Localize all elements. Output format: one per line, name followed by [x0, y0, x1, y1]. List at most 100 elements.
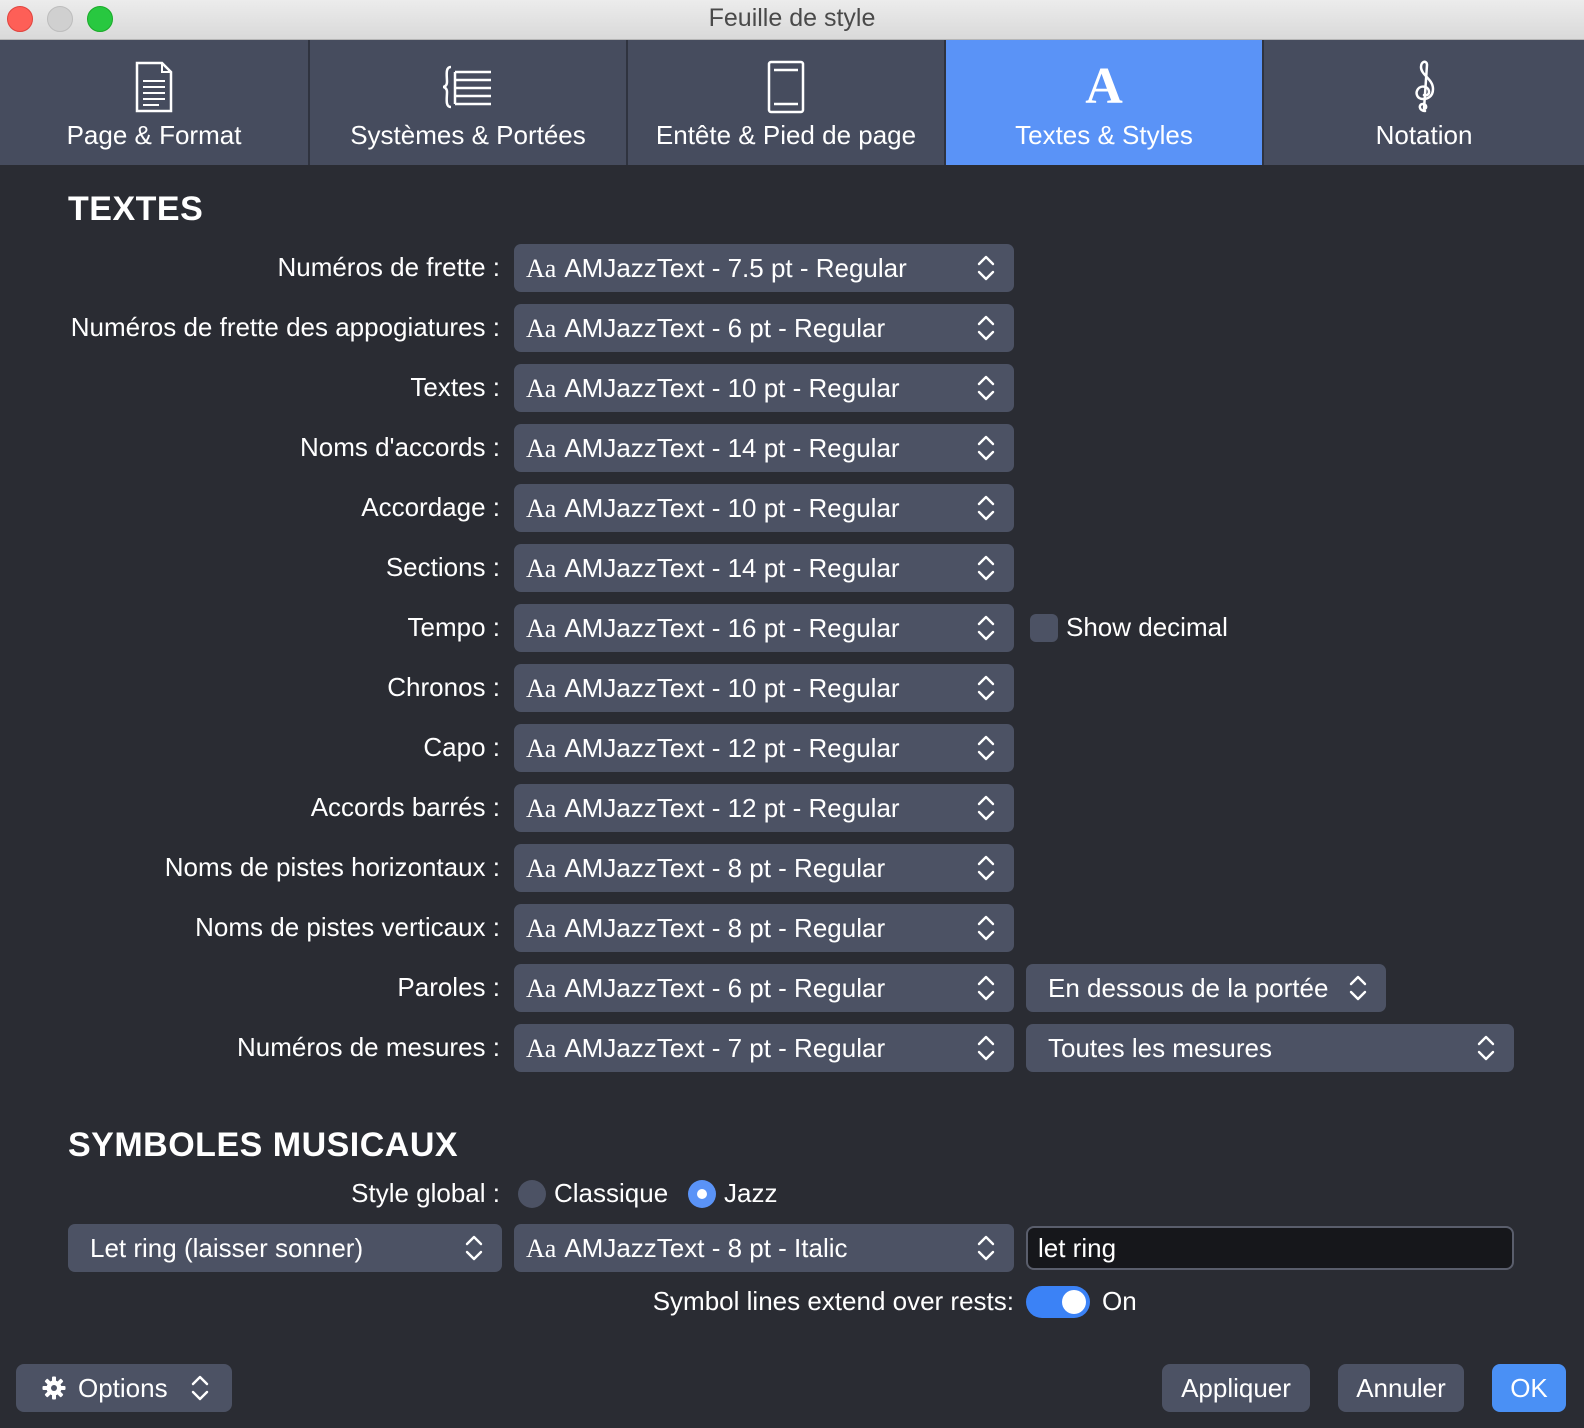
cancel-button[interactable]: Annuler	[1338, 1364, 1464, 1412]
global-style-label: Style global :	[351, 1178, 500, 1208]
font-select[interactable]: Aa AMJazzText - 10 pt - Regular	[514, 484, 1014, 532]
chevron-updown-icon	[977, 615, 995, 641]
font-select[interactable]: Aa AMJazzText - 10 pt - Regular	[514, 664, 1014, 712]
font-select[interactable]: Aa AMJazzText - 6 pt - Regular	[514, 964, 1014, 1012]
title-bar: Feuille de style	[0, 0, 1584, 40]
font-preview-icon: Aa	[526, 974, 557, 1003]
font-preview-icon: Aa	[526, 554, 557, 583]
font-select[interactable]: Aa AMJazzText - 14 pt - Regular	[514, 544, 1014, 592]
tab-header-footer-label: Entête & Pied de page	[655, 120, 917, 150]
font-select-value: AMJazzText - 10 pt - Regular	[564, 373, 900, 403]
font-preview-icon: Aa	[526, 854, 557, 883]
chevron-updown-icon	[977, 975, 995, 1001]
font-select-value: AMJazzText - 7 pt - Regular	[564, 1033, 886, 1063]
measure-numbers-value: Toutes les mesures	[1048, 1033, 1272, 1063]
chevron-updown-icon	[1477, 1035, 1495, 1061]
style-classic-label: Classique	[554, 1178, 669, 1208]
extend-over-rests-toggle[interactable]	[1026, 1286, 1090, 1318]
tab-notation-label: Notation	[1375, 120, 1473, 150]
tab-texts-styles[interactable]: A Textes & Styles	[946, 40, 1264, 165]
chevron-updown-icon	[977, 435, 995, 461]
font-select[interactable]: Aa AMJazzText - 7 pt - Regular	[514, 1024, 1014, 1072]
section-title-symbols: SYMBOLES MUSICAUX	[68, 1126, 459, 1164]
chevron-updown-icon	[977, 315, 995, 341]
row-label: Noms de pistes horizontaux :	[164, 852, 500, 882]
extend-over-rests-state: On	[1102, 1286, 1137, 1316]
font-preview-icon: Aa	[526, 794, 557, 823]
tab-systems-staves[interactable]: Systèmes & Portées	[310, 40, 628, 165]
font-select-text: Aa AMJazzText - 12 pt - Regular	[526, 733, 900, 764]
font-select[interactable]: Aa AMJazzText - 12 pt - Regular	[514, 784, 1014, 832]
style-jazz-radio[interactable]	[688, 1180, 716, 1208]
font-select[interactable]: Aa AMJazzText - 14 pt - Regular	[514, 424, 1014, 472]
font-select[interactable]: Aa AMJazzText - 7.5 pt - Regular	[514, 244, 1014, 292]
font-select[interactable]: Aa AMJazzText - 12 pt - Regular	[514, 724, 1014, 772]
tab-page-format[interactable]: Page & Format	[0, 40, 310, 165]
tab-page-format-label: Page & Format	[66, 120, 242, 150]
font-select-value: AMJazzText - 12 pt - Regular	[564, 793, 900, 823]
font-select[interactable]: Aa AMJazzText - 8 pt - Regular	[514, 844, 1014, 892]
apply-button[interactable]: Appliquer	[1162, 1364, 1310, 1412]
staff-systems-icon	[310, 60, 626, 114]
lyrics-position-select[interactable]: En dessous de la portée	[1026, 964, 1386, 1012]
show-decimal-checkbox[interactable]	[1030, 614, 1058, 642]
font-select-text: Aa AMJazzText - 7 pt - Regular	[526, 1033, 885, 1064]
font-select[interactable]: Aa AMJazzText - 8 pt - Regular	[514, 904, 1014, 952]
font-preview-icon: Aa	[526, 614, 557, 643]
chevron-updown-icon	[191, 1375, 209, 1401]
font-select-text: Aa AMJazzText - 12 pt - Regular	[526, 793, 900, 824]
symbol-font-text: Aa AMJazzText - 8 pt - Italic	[526, 1233, 848, 1264]
ok-button[interactable]: OK	[1492, 1364, 1566, 1412]
font-preview-icon: Aa	[526, 914, 557, 943]
symbol-text-input[interactable]	[1028, 1228, 1512, 1268]
font-select-text: Aa AMJazzText - 10 pt - Regular	[526, 373, 900, 404]
symbol-select-value: Let ring (laisser sonner)	[90, 1233, 364, 1263]
tab-notation[interactable]: Notation	[1264, 40, 1584, 165]
symbol-select[interactable]: Let ring (laisser sonner)	[68, 1224, 502, 1272]
font-select-text: Aa AMJazzText - 14 pt - Regular	[526, 433, 900, 464]
font-select-text: Aa AMJazzText - 7.5 pt - Regular	[526, 253, 907, 284]
tab-bar: Page & Format Systèmes & Portées Entête …	[0, 40, 1584, 165]
tab-header-footer[interactable]: Entête & Pied de page	[628, 40, 946, 165]
row-label: Numéros de frette :	[277, 252, 500, 282]
symbol-font-value: AMJazzText - 8 pt - Italic	[564, 1233, 848, 1263]
font-select-value: AMJazzText - 10 pt - Regular	[564, 673, 900, 703]
options-button[interactable]: Options	[16, 1364, 232, 1412]
chevron-updown-icon	[977, 675, 995, 701]
style-jazz-label: Jazz	[724, 1178, 778, 1208]
font-select-value: AMJazzText - 14 pt - Regular	[564, 433, 900, 463]
options-label: Options	[78, 1373, 168, 1403]
chevron-updown-icon	[1349, 975, 1367, 1001]
section-title-texts: TEXTES	[68, 190, 204, 228]
chevron-updown-icon	[977, 555, 995, 581]
row-label: Sections :	[385, 552, 500, 582]
font-select-text: Aa AMJazzText - 6 pt - Regular	[526, 973, 885, 1004]
font-preview-icon: Aa	[526, 1034, 557, 1063]
page-icon	[0, 60, 308, 114]
font-select-value: AMJazzText - 7.5 pt - Regular	[564, 253, 907, 283]
row-label: Capo :	[423, 732, 500, 762]
font-select-text: Aa AMJazzText - 10 pt - Regular	[526, 673, 900, 704]
font-select-value: AMJazzText - 6 pt - Regular	[564, 313, 886, 343]
row-label: Numéros de frette des appogiatures :	[70, 312, 500, 342]
font-select[interactable]: Aa AMJazzText - 6 pt - Regular	[514, 304, 1014, 352]
font-preview-icon: Aa	[526, 434, 557, 463]
chevron-updown-icon	[977, 1035, 995, 1061]
tab-systems-staves-label: Systèmes & Portées	[350, 120, 586, 150]
font-preview-icon: Aa	[526, 674, 557, 703]
row-label: Chronos :	[387, 672, 500, 702]
font-select-text: Aa AMJazzText - 14 pt - Regular	[526, 553, 900, 584]
style-classic-radio[interactable]	[518, 1180, 546, 1208]
text-a-icon: A	[1085, 58, 1123, 115]
symbol-font-select[interactable]: Aa AMJazzText - 8 pt - Italic	[514, 1224, 1014, 1272]
font-select[interactable]: Aa AMJazzText - 10 pt - Regular	[514, 364, 1014, 412]
font-preview-icon: Aa	[526, 374, 557, 403]
gear-icon	[42, 1376, 66, 1400]
font-select[interactable]: Aa AMJazzText - 16 pt - Regular	[514, 604, 1014, 652]
measure-numbers-select[interactable]: Toutes les mesures	[1026, 1024, 1514, 1072]
row-label: Noms d'accords :	[299, 432, 500, 462]
row-label: Noms de pistes verticaux :	[195, 912, 500, 942]
chevron-updown-icon	[977, 495, 995, 521]
row-label: Accordage :	[361, 492, 500, 522]
chevron-updown-icon	[977, 735, 995, 761]
